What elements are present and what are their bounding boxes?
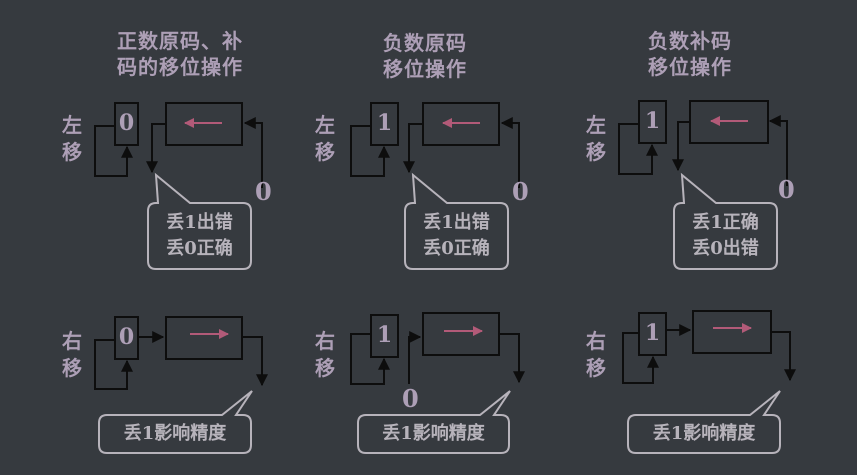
panel-3-left-callout-text: 丢1正确 丢0出错 (674, 210, 777, 262)
panel-1-left-shift-label: 左 移 (60, 112, 84, 166)
panel-3-left-sign-bit: 1 (644, 108, 661, 134)
shift-diagram: 正数原码、补 码的移位操作 负数原码 移位操作 负数补码 移位操作 左 移 右 … (0, 0, 857, 475)
panel-1-title: 正数原码、补 码的移位操作 (70, 28, 290, 80)
register-box (692, 310, 772, 354)
panel-2-title: 负数原码 移位操作 (315, 30, 535, 82)
side-char-2: 移 (62, 356, 82, 380)
shift-out-arrow (672, 121, 690, 172)
panel-1-title-line-2: 码的移位操作 (117, 55, 243, 79)
panel-1-right-shift-label: 右 移 (60, 328, 84, 382)
panel-2-right-shift-label: 右 移 (313, 328, 337, 382)
panel-3-right-shift-label: 右 移 (584, 328, 608, 382)
shift-out-arrow (242, 336, 268, 387)
callout-line-1: 丢1影响精度 (123, 423, 227, 444)
callout-line-2: 丢0正确 (423, 238, 490, 259)
callout-line-2: 丢0正确 (166, 238, 233, 259)
shift-out-arrow (499, 333, 525, 384)
panel-3-right-callout-text: 丢1影响精度 (628, 421, 780, 447)
callout-line-2: 丢0出错 (692, 238, 759, 259)
panel-1-left-zero-fill: 0 (255, 177, 272, 206)
callout-line-1: 丢1影响精度 (382, 423, 485, 444)
side-char-1: 左 (315, 113, 335, 137)
panel-2-title-line-2: 移位操作 (383, 57, 467, 81)
panel-2-right-callout-text: 丢1影响精度 (358, 421, 509, 447)
side-char-2: 移 (315, 140, 335, 164)
side-char-2: 移 (586, 140, 606, 164)
panel-2-left-sign-bit: 1 (376, 110, 393, 136)
panel-3-title: 负数补码 移位操作 (580, 28, 800, 80)
shift-out-arrow (403, 123, 423, 174)
panel-1-left-callout-text: 丢1出错 丢0正确 (148, 210, 251, 262)
shift-out-arrow (771, 331, 796, 382)
panel-2-right-zero-fill: 0 (402, 384, 419, 413)
callout-line-1: 丢1出错 (423, 212, 490, 233)
callout-line-1: 丢1正确 (692, 212, 759, 233)
register-box (165, 316, 243, 360)
panel-1-title-line-1: 正数原码、补 (117, 29, 243, 53)
panel-2-title-line-1: 负数原码 (383, 31, 467, 55)
callout-line-1: 丢1影响精度 (652, 423, 756, 444)
panel-3-right-sign-bit: 1 (644, 320, 661, 346)
panel-3-title-line-1: 负数补码 (648, 29, 732, 53)
zero-fill-arrow (408, 331, 422, 384)
side-char-1: 右 (315, 329, 335, 353)
panel-3-left-zero-fill: 0 (778, 175, 795, 204)
panel-1-right-sign-bit: 0 (118, 324, 135, 350)
side-char-1: 左 (586, 113, 606, 137)
panel-2-left-zero-fill: 0 (512, 177, 529, 206)
panel-2-right-sign-bit: 1 (376, 322, 393, 348)
panel-1-left-sign-bit: 0 (118, 110, 135, 136)
side-char-2: 移 (315, 356, 335, 380)
panel-2-left-callout-text: 丢1出错 丢0正确 (405, 210, 508, 262)
side-char-2: 移 (62, 140, 82, 164)
side-char-1: 右 (586, 329, 606, 353)
shift-out-arrow (146, 123, 166, 174)
callout-line-1: 丢1出错 (166, 212, 233, 233)
panel-2-left-shift-label: 左 移 (313, 112, 337, 166)
panel-3-left-shift-label: 左 移 (584, 112, 608, 166)
side-char-1: 左 (62, 113, 82, 137)
register-box (422, 312, 500, 356)
panel-1-right-callout-text: 丢1影响精度 (99, 421, 251, 447)
side-char-1: 右 (62, 329, 82, 353)
panel-3-title-line-2: 移位操作 (648, 55, 732, 79)
side-char-2: 移 (586, 356, 606, 380)
